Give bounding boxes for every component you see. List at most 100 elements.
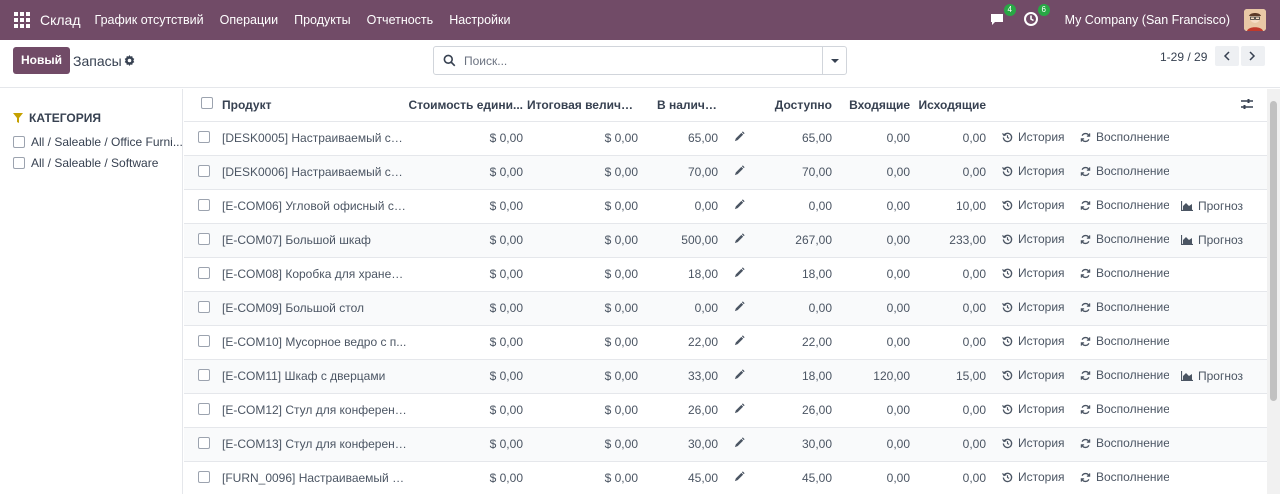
- header-on-hand[interactable]: В наличии: [642, 89, 722, 122]
- product-cell[interactable]: [E-COM13] Стул для конференц...: [222, 427, 407, 462]
- table-row[interactable]: [DESK0006] Настраиваемый сто... $ 0,00 $…: [184, 155, 1267, 190]
- pencil-icon[interactable]: [734, 437, 745, 448]
- table-row[interactable]: [E-COM13] Стул для конференц... $ 0,00 $…: [184, 427, 1267, 462]
- pager-value[interactable]: 1-29 / 29: [1160, 50, 1207, 64]
- product-cell[interactable]: [FURN_0096] Настраиваемый ст...: [222, 461, 407, 494]
- row-checkbox[interactable]: [198, 232, 210, 245]
- menu-item-time-off[interactable]: График отсутствий: [95, 13, 204, 27]
- activities-button[interactable]: 6: [1023, 4, 1050, 29]
- product-cell[interactable]: [E-COM12] Стул для конференц...: [222, 393, 407, 428]
- pencil-icon[interactable]: [734, 233, 745, 244]
- pencil-icon[interactable]: [734, 165, 745, 176]
- replenish-button[interactable]: Восполнение: [1080, 300, 1169, 314]
- product-cell[interactable]: [E-COM09] Большой стол: [222, 291, 407, 326]
- app-brand[interactable]: Склад: [40, 12, 81, 28]
- search-input[interactable]: [464, 51, 814, 71]
- replenish-button[interactable]: Восполнение: [1080, 198, 1169, 212]
- user-avatar[interactable]: [1244, 9, 1266, 31]
- product-cell[interactable]: [DESK0005] Настраиваемый сто...: [222, 121, 407, 156]
- history-button[interactable]: История: [1002, 232, 1065, 246]
- category-checkbox[interactable]: [13, 136, 25, 148]
- pencil-icon[interactable]: [734, 403, 745, 414]
- menu-item-reporting[interactable]: Отчетность: [367, 13, 434, 27]
- row-checkbox[interactable]: [198, 368, 210, 381]
- replenish-button[interactable]: Восполнение: [1080, 334, 1169, 348]
- list-scrollbar[interactable]: [1267, 89, 1280, 494]
- pager-next-button[interactable]: [1241, 46, 1265, 66]
- product-cell[interactable]: [E-COM07] Большой шкаф: [222, 223, 407, 258]
- table-row[interactable]: [E-COM06] Угловой офисный ст... $ 0,00 $…: [184, 189, 1267, 224]
- category-item-software[interactable]: All / Saleable / Software: [13, 156, 158, 170]
- row-checkbox[interactable]: [198, 266, 210, 279]
- history-button[interactable]: История: [1002, 300, 1065, 314]
- row-checkbox[interactable]: [198, 300, 210, 313]
- table-row[interactable]: [FURN_0096] Настраиваемый ст... $ 0,00 $…: [184, 461, 1267, 494]
- history-button[interactable]: История: [1002, 470, 1065, 484]
- header-incoming[interactable]: Входящие: [835, 89, 912, 122]
- product-cell[interactable]: [E-COM11] Шкаф с дверцами: [222, 359, 407, 394]
- pager-previous-button[interactable]: [1215, 46, 1239, 66]
- replenish-button[interactable]: Восполнение: [1080, 232, 1169, 246]
- row-checkbox[interactable]: [198, 470, 210, 483]
- history-button[interactable]: История: [1002, 164, 1065, 178]
- history-button[interactable]: История: [1002, 334, 1065, 348]
- row-checkbox[interactable]: [198, 164, 210, 177]
- header-total-value[interactable]: Итоговая величи...: [527, 89, 642, 122]
- replenish-button[interactable]: Восполнение: [1080, 470, 1169, 484]
- row-checkbox[interactable]: [198, 198, 210, 211]
- category-checkbox[interactable]: [13, 157, 25, 169]
- messages-button[interactable]: 4: [989, 4, 1016, 29]
- replenish-button[interactable]: Восполнение: [1080, 402, 1169, 416]
- table-row[interactable]: [E-COM07] Большой шкаф $ 0,00 $ 0,00 500…: [184, 223, 1267, 258]
- table-row[interactable]: [E-COM12] Стул для конференц... $ 0,00 $…: [184, 393, 1267, 428]
- table-row[interactable]: [E-COM08] Коробка для хранения $ 0,00 $ …: [184, 257, 1267, 292]
- select-all-checkbox[interactable]: [201, 97, 213, 110]
- replenish-button[interactable]: Восполнение: [1080, 436, 1169, 450]
- product-cell[interactable]: [E-COM08] Коробка для хранения: [222, 257, 407, 292]
- pencil-icon[interactable]: [734, 301, 745, 312]
- menu-item-settings[interactable]: Настройки: [449, 13, 510, 27]
- menu-item-operations[interactable]: Операции: [220, 13, 278, 27]
- pencil-icon[interactable]: [734, 335, 745, 346]
- history-button[interactable]: История: [1002, 368, 1065, 382]
- table-row[interactable]: [E-COM10] Мусорное ведро с п... $ 0,00 $…: [184, 325, 1267, 360]
- company-switcher[interactable]: My Company (San Francisco): [1065, 13, 1230, 27]
- product-cell[interactable]: [E-COM10] Мусорное ведро с п...: [222, 325, 407, 360]
- product-cell[interactable]: [DESK0006] Настраиваемый сто...: [222, 155, 407, 190]
- row-checkbox[interactable]: [198, 130, 210, 143]
- replenish-button[interactable]: Восполнение: [1080, 266, 1169, 280]
- table-row[interactable]: [DESK0005] Настраиваемый сто... $ 0,00 $…: [184, 121, 1267, 156]
- row-checkbox[interactable]: [198, 334, 210, 347]
- history-button[interactable]: История: [1002, 402, 1065, 416]
- header-outgoing[interactable]: Исходящие: [912, 89, 988, 122]
- replenish-button[interactable]: Восполнение: [1080, 368, 1169, 382]
- history-button[interactable]: История: [1002, 266, 1065, 280]
- history-button[interactable]: История: [1002, 436, 1065, 450]
- row-checkbox[interactable]: [198, 402, 210, 415]
- pencil-icon[interactable]: [734, 131, 745, 142]
- gear-icon[interactable]: [124, 55, 135, 66]
- header-product[interactable]: Продукт: [222, 89, 407, 122]
- replenish-button[interactable]: Восполнение: [1080, 164, 1169, 178]
- pencil-icon[interactable]: [734, 199, 745, 210]
- pencil-icon[interactable]: [734, 369, 745, 380]
- history-button[interactable]: История: [1002, 198, 1065, 212]
- header-available[interactable]: Доступно: [750, 89, 835, 122]
- header-unit-cost[interactable]: Стоимость едини...: [407, 89, 527, 122]
- history-button[interactable]: История: [1002, 130, 1065, 144]
- forecast-button[interactable]: Прогноз: [1181, 369, 1243, 383]
- pencil-icon[interactable]: [734, 471, 745, 482]
- sliders-icon[interactable]: [1241, 98, 1253, 110]
- scrollbar-thumb[interactable]: [1270, 101, 1277, 401]
- pencil-icon[interactable]: [734, 267, 745, 278]
- row-checkbox[interactable]: [198, 436, 210, 449]
- product-cell[interactable]: [E-COM06] Угловой офисный ст...: [222, 189, 407, 224]
- forecast-button[interactable]: Прогноз: [1181, 233, 1243, 247]
- forecast-button[interactable]: Прогноз: [1181, 199, 1243, 213]
- apps-grid-icon[interactable]: [14, 12, 30, 28]
- replenish-button[interactable]: Восполнение: [1080, 130, 1169, 144]
- table-row[interactable]: [E-COM11] Шкаф с дверцами $ 0,00 $ 0,00 …: [184, 359, 1267, 394]
- category-item-office-furniture[interactable]: All / Saleable / Office Furni...: [13, 135, 183, 149]
- new-button[interactable]: Новый: [13, 47, 70, 74]
- search-options-toggle[interactable]: [822, 47, 846, 74]
